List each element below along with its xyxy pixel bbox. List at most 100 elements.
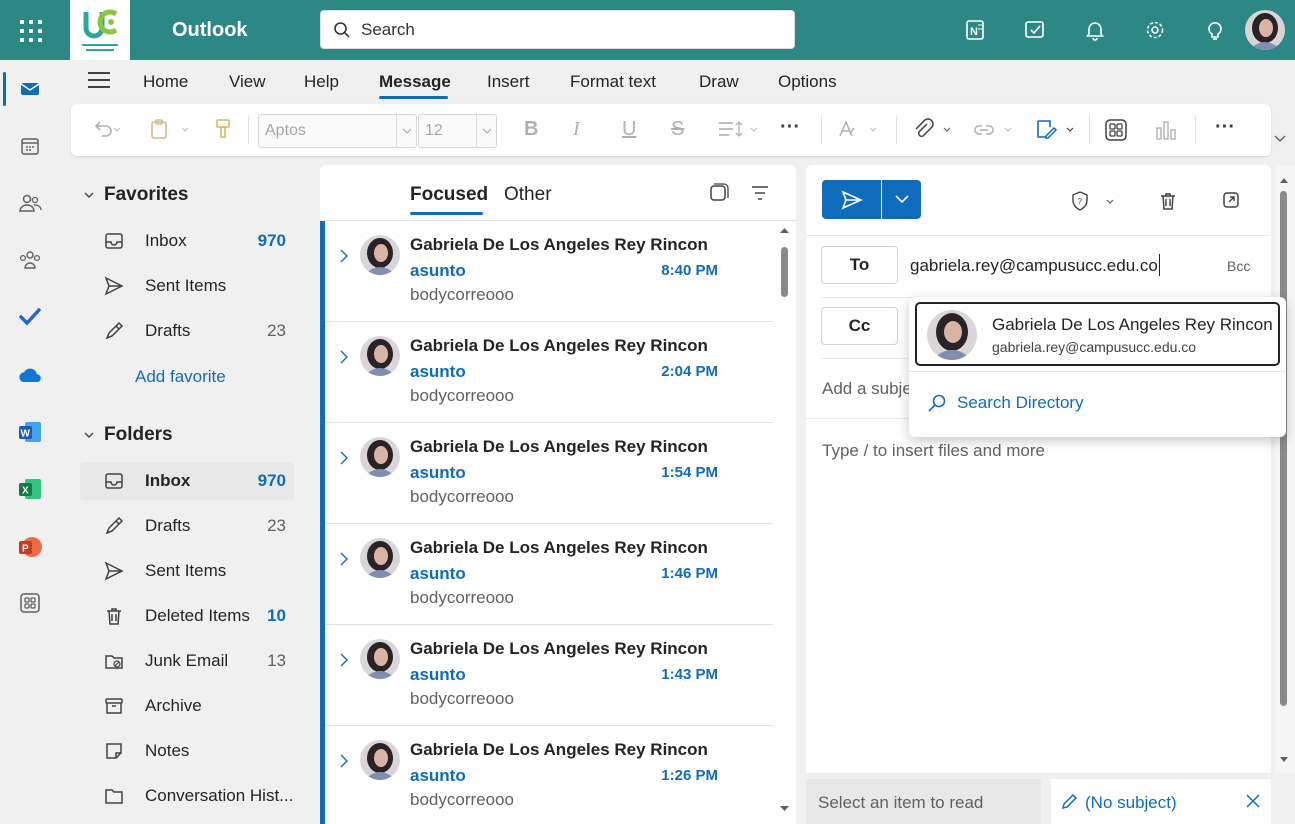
todo-app-icon[interactable] <box>0 292 60 342</box>
search-box[interactable]: Search <box>320 10 795 49</box>
word-app-icon[interactable]: W <box>0 407 60 457</box>
draft-tab[interactable]: (No subject) <box>1051 779 1271 824</box>
attach-file-button[interactable] <box>911 118 957 140</box>
ribbon-collapse-chevron-icon[interactable] <box>1273 134 1287 144</box>
favorites-header[interactable]: Favorites <box>84 184 188 206</box>
tab-help[interactable]: Help <box>304 72 339 92</box>
tab-format-text[interactable]: Format text <box>570 72 656 92</box>
tab-options[interactable]: Options <box>778 72 837 92</box>
expand-conversation-chevron-icon[interactable] <box>340 350 348 364</box>
onenote-feed-icon[interactable]: N <box>945 0 1005 60</box>
message-row[interactable]: Gabriela De Los Angeles Rey Rincon asunto… <box>320 726 773 824</box>
folder-item-conversation-history[interactable]: Conversation Hist... <box>80 777 294 815</box>
onedrive-app-icon[interactable] <box>0 350 60 400</box>
folder-item-junk[interactable]: Junk Email 13 <box>80 642 294 680</box>
format-painter-icon[interactable] <box>213 118 233 140</box>
suggestion-item[interactable]: Gabriela De Los Angeles Rey Rincon gabri… <box>915 302 1280 366</box>
line-spacing-button[interactable] <box>717 118 763 140</box>
scroll-up-arrow-icon[interactable] <box>780 227 789 233</box>
cc-button[interactable]: Cc <box>821 307 898 345</box>
folder-item-deleted[interactable]: Deleted Items 10 <box>80 597 294 635</box>
send-button[interactable] <box>822 180 881 219</box>
people-app-icon[interactable] <box>0 178 60 228</box>
groups-app-icon[interactable] <box>0 235 60 285</box>
mail-app-icon[interactable] <box>0 64 60 114</box>
account-avatar[interactable] <box>1245 10 1285 50</box>
folders-header[interactable]: Folders <box>84 424 173 446</box>
italic-button[interactable]: I <box>573 118 580 141</box>
message-row[interactable]: Gabriela De Los Angeles Rey Rincon asunto… <box>320 625 773 726</box>
scroll-up-arrow-icon[interactable] <box>1280 177 1288 183</box>
more-apps-icon[interactable] <box>0 578 60 628</box>
font-family-select[interactable]: Aptos <box>258 114 417 148</box>
filter-icon[interactable] <box>750 183 770 203</box>
message-row[interactable]: Gabriela De Los Angeles Rey Rincon asunto… <box>320 423 773 524</box>
expand-conversation-chevron-icon[interactable] <box>340 451 348 465</box>
more-options-icon[interactable]: ··· <box>1215 116 1235 139</box>
expand-conversation-chevron-icon[interactable] <box>340 249 348 263</box>
calendar-app-icon[interactable] <box>0 121 60 171</box>
expand-conversation-chevron-icon[interactable] <box>340 754 348 768</box>
folder-item-archive[interactable]: Archive <box>80 687 294 725</box>
expand-conversation-chevron-icon[interactable] <box>340 653 348 667</box>
message-body-input[interactable]: Type / to insert files and more <box>822 441 1045 461</box>
sensitivity-button[interactable]: ? <box>1071 191 1117 211</box>
app-launcher-icon[interactable] <box>15 15 45 45</box>
strikethrough-button[interactable]: S <box>671 118 684 141</box>
powerpoint-app-icon[interactable]: P <box>0 522 60 572</box>
folder-item-notes[interactable]: Notes <box>80 732 294 770</box>
tab-message[interactable]: Message <box>379 72 451 92</box>
close-icon[interactable] <box>1245 793 1261 809</box>
excel-app-icon[interactable]: X <box>0 464 60 514</box>
nav-pane-toggle-icon[interactable] <box>88 72 110 93</box>
scrollbar-thumb[interactable] <box>1280 191 1287 706</box>
tab-insert[interactable]: Insert <box>487 72 530 92</box>
notifications-bell-icon[interactable] <box>1065 0 1125 60</box>
to-field[interactable]: gabriela.rey@campusucc.edu.co <box>910 254 1160 276</box>
bold-button[interactable]: B <box>524 118 538 141</box>
search-input[interactable]: Search <box>361 20 415 40</box>
tab-draw[interactable]: Draw <box>699 72 739 92</box>
send-options-dropdown[interactable] <box>882 180 921 219</box>
message-row[interactable]: Gabriela De Los Angeles Rey Rincon asunto… <box>320 221 773 322</box>
insert-link-button[interactable] <box>972 118 1018 140</box>
to-button[interactable]: To <box>821 246 898 284</box>
settings-gear-icon[interactable] <box>1125 0 1185 60</box>
tab-home[interactable]: Home <box>143 72 188 92</box>
tab-focused[interactable]: Focused <box>410 184 488 206</box>
editor-button[interactable] <box>837 118 883 140</box>
tab-other[interactable]: Other <box>504 184 552 206</box>
apps-button[interactable] <box>1104 118 1128 142</box>
more-formatting-icon[interactable]: ··· <box>780 116 800 139</box>
scroll-down-arrow-icon[interactable] <box>1280 757 1288 763</box>
favorite-item-sent[interactable]: Sent Items <box>80 267 294 305</box>
tab-view[interactable]: View <box>229 72 266 92</box>
folder-item-inbox[interactable]: Inbox 970 <box>80 462 294 500</box>
paste-button[interactable] <box>149 118 195 140</box>
scroll-down-arrow-icon[interactable] <box>780 806 789 812</box>
add-favorite-link[interactable]: Add favorite <box>135 367 226 387</box>
signature-button[interactable] <box>1034 118 1080 140</box>
subject-input[interactable]: Add a subje <box>822 379 912 399</box>
search-directory-button[interactable]: Search Directory <box>927 393 1084 413</box>
bcc-button[interactable]: Bcc <box>1227 258 1250 274</box>
folder-item-sent[interactable]: Sent Items <box>80 552 294 590</box>
compose-scrollbar[interactable] <box>1275 165 1295 773</box>
message-row[interactable]: Gabriela De Los Angeles Rey Rincon asunto… <box>320 322 773 423</box>
pop-out-icon[interactable] <box>1222 191 1240 209</box>
my-day-icon[interactable] <box>1005 0 1065 60</box>
undo-button[interactable] <box>91 118 121 140</box>
folder-item-drafts[interactable]: Drafts 23 <box>80 507 294 545</box>
expand-conversation-chevron-icon[interactable] <box>340 552 348 566</box>
message-list-scrollbar[interactable] <box>773 221 796 824</box>
app-title[interactable]: Outlook <box>172 19 248 42</box>
discard-draft-trash-icon[interactable] <box>1159 191 1177 211</box>
favorite-item-inbox[interactable]: Inbox 970 <box>80 222 294 260</box>
scrollbar-thumb[interactable] <box>781 247 788 297</box>
underline-button[interactable]: U <box>622 118 636 141</box>
favorite-item-drafts[interactable]: Drafts 23 <box>80 312 294 350</box>
poll-chart-icon[interactable] <box>1154 118 1178 142</box>
reading-pane-tab[interactable]: Select an item to read <box>806 779 1041 824</box>
tips-lightbulb-icon[interactable] <box>1185 0 1245 60</box>
select-mode-icon[interactable] <box>709 183 729 203</box>
